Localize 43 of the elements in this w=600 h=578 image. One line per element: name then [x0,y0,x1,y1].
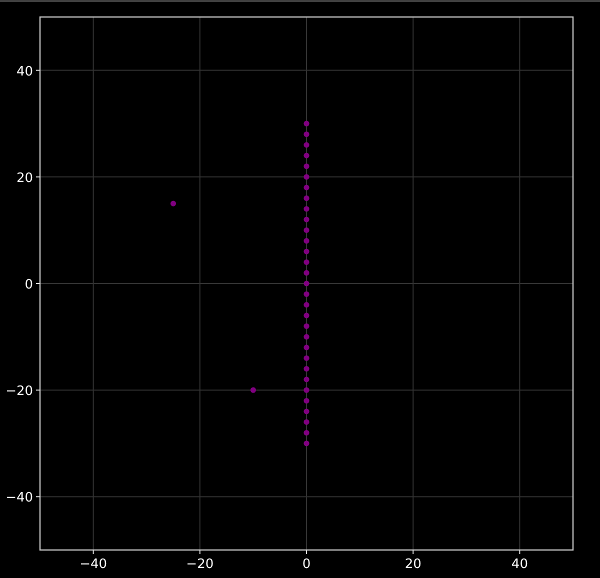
data-point [304,195,310,202]
data-point [304,291,310,297]
data-point [304,131,310,138]
data-point [304,419,310,425]
x-tick-label: 20 [404,557,422,572]
data-point [170,200,176,206]
y-tick-label: 0 [24,278,33,292]
data-point [304,248,310,254]
x-tick-label: −40 [80,557,108,572]
data-point [304,440,310,446]
y-tick-label: 40 [16,64,33,80]
data-point [304,408,310,414]
data-point [304,323,310,329]
y-tick-label: −20 [6,384,33,400]
data-point [304,302,310,308]
x-tick-label: 0 [302,557,311,572]
data-point [304,355,310,361]
data-point [304,312,310,318]
x-tick-label: 40 [511,557,528,572]
data-point [304,344,310,350]
data-point [304,184,310,190]
data-point [304,334,310,340]
data-point [304,216,310,222]
data-point [304,398,310,404]
data-point [304,163,310,170]
data-point [304,120,310,126]
y-tick-label: −40 [6,490,33,506]
data-point [304,227,310,233]
y-tick-label: 20 [16,170,33,186]
data-point [250,387,256,393]
data-point [304,430,310,436]
data-point [304,376,310,382]
data-point [304,142,310,148]
data-point [304,206,310,212]
data-point [304,366,310,372]
data-point [304,270,310,276]
data-point [304,387,310,393]
data-point [304,174,310,180]
data-point [304,238,310,244]
data-point [304,280,310,286]
x-tick-label: −20 [186,557,214,572]
data-point [304,152,310,158]
data-point [304,259,310,265]
